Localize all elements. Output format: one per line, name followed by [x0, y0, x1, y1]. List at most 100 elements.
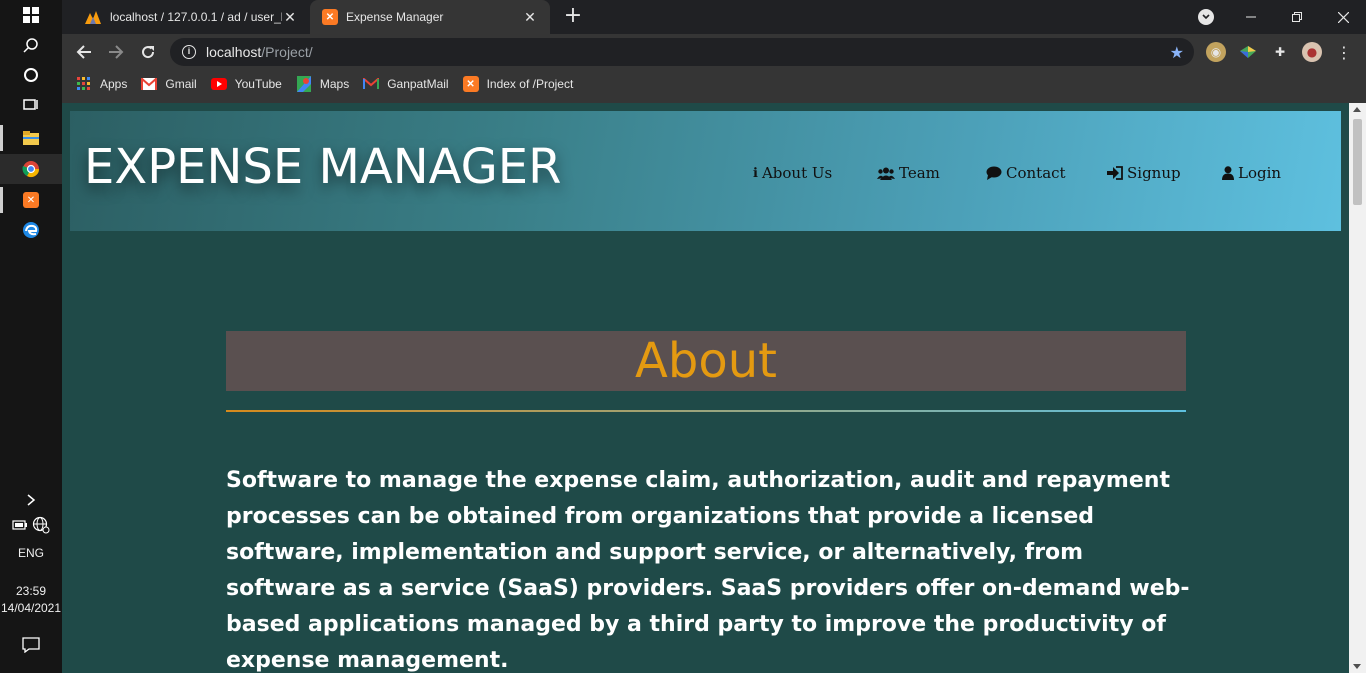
close-icon[interactable]: ✕ [522, 9, 538, 26]
extension-button[interactable]: ◉ [1206, 42, 1226, 62]
reload-icon [142, 46, 155, 59]
bookmark-label: Gmail [165, 77, 197, 91]
profile-avatar[interactable]: ● [1302, 42, 1322, 62]
bookmark-label: Apps [100, 77, 128, 91]
extension-button[interactable] [1238, 42, 1258, 62]
extension-gem-icon [1240, 46, 1256, 58]
restore-button[interactable] [1274, 0, 1320, 34]
xampp-icon: ✕ [322, 9, 338, 25]
nav-about-us[interactable]: ℹ About Us [753, 163, 832, 183]
about-heading: About [635, 333, 777, 389]
nav-label: Contact [1006, 164, 1066, 182]
users-icon [877, 167, 895, 180]
tray-status[interactable] [0, 510, 62, 540]
tab-strip: localhost / 127.0.0.1 / ad / user_l ✕ ✕ … [62, 0, 1366, 34]
address-bar[interactable]: i localhost/Project/ ★ [170, 38, 1194, 66]
bookmark-index-of-project[interactable]: ✕ Index of /Project [462, 76, 574, 92]
chevron-right-icon [27, 494, 36, 506]
tab-expense-manager[interactable]: ✕ Expense Manager ✕ [310, 0, 550, 34]
xampp-icon: ✕ [462, 76, 479, 92]
info-icon[interactable]: i [182, 45, 196, 59]
bookmark-label: Index of /Project [486, 77, 574, 91]
about-divider [226, 410, 1186, 412]
page-viewport: EXPENSE MANAGER ℹ About Us Team Contact S… [62, 103, 1349, 673]
cortana-circle-icon [24, 68, 38, 82]
bookmark-label: Maps [319, 77, 350, 91]
scrollbar-thumb[interactable] [1353, 119, 1362, 205]
search-button[interactable] [0, 30, 62, 60]
clock-date[interactable]: 14/04/2021 [0, 601, 62, 615]
minimize-icon [1246, 16, 1256, 18]
url-host: localhost [206, 44, 262, 60]
phpmyadmin-icon [84, 9, 102, 25]
chrome-menu-button[interactable]: ⋮ [1334, 42, 1354, 62]
scroll-up-arrow-icon[interactable] [1353, 107, 1361, 112]
comment-icon [986, 166, 1002, 180]
taskbar-xampp[interactable]: ✕ [0, 185, 62, 215]
battery-icon [12, 520, 27, 530]
chrome-icon [22, 161, 40, 178]
bookmark-youtube[interactable]: YouTube [210, 76, 282, 92]
taskbar-chrome[interactable] [0, 154, 62, 184]
extension-owl-icon: ◉ [1210, 45, 1222, 59]
restore-icon [1292, 12, 1302, 22]
xampp-icon: ✕ [23, 192, 39, 208]
tab-title: localhost / 127.0.0.1 / ad / user_l [110, 10, 282, 24]
bookmark-gmail[interactable]: Gmail [141, 76, 197, 92]
arrow-left-icon [76, 45, 91, 59]
clock-time[interactable]: 23:59 [0, 584, 62, 598]
tab-title: Expense Manager [346, 10, 444, 24]
info-icon: ℹ [753, 165, 758, 181]
site-brand[interactable]: EXPENSE MANAGER [84, 139, 561, 195]
language-indicator[interactable]: ENG [0, 546, 62, 560]
extensions-menu-button[interactable]: ✚ [1270, 42, 1290, 62]
windows-taskbar: ✕ ENG 23:59 14/04/2021 [0, 0, 62, 673]
nav-label: Login [1238, 164, 1282, 182]
cortana-button[interactable] [0, 60, 62, 90]
bookmark-star-icon[interactable]: ★ [1170, 43, 1184, 63]
more-vertical-icon: ⋮ [1336, 42, 1352, 62]
about-heading-box: About [226, 331, 1186, 391]
gmail-icon [363, 76, 380, 92]
bookmark-label: YouTube [234, 77, 282, 91]
puzzle-icon: ✚ [1274, 45, 1286, 59]
nav-contact[interactable]: Contact [986, 163, 1066, 183]
minimize-button[interactable] [1228, 0, 1274, 34]
nav-signup[interactable]: Signup [1107, 163, 1181, 183]
bookmarks-bar: Apps Gmail YouTube Maps GanpatMail ✕ Ind… [62, 70, 1366, 98]
taskbar-edge[interactable] [0, 215, 62, 245]
page-scrollbar[interactable] [1349, 103, 1366, 673]
new-tab-button[interactable]: + [560, 4, 586, 30]
nav-label: Team [899, 164, 940, 182]
nav-team[interactable]: Team [877, 163, 940, 183]
bookmark-ganpatmail[interactable]: GanpatMail [363, 76, 449, 92]
bookmark-maps[interactable]: Maps [296, 76, 349, 92]
tab-phpmyadmin[interactable]: localhost / 127.0.0.1 / ad / user_l ✕ [72, 0, 310, 34]
browser-toolbar: i localhost/Project/ ★ ◉ ✚ ● ⋮ [62, 34, 1366, 70]
close-icon [1337, 11, 1349, 23]
task-view-button[interactable] [0, 90, 62, 120]
bookmark-label: GanpatMail [387, 77, 449, 91]
close-icon[interactable]: ✕ [282, 9, 298, 26]
forward-button[interactable] [103, 39, 129, 65]
tab-search-button[interactable] [1198, 9, 1214, 25]
nav-label: Signup [1127, 164, 1181, 182]
browser-chrome: localhost / 127.0.0.1 / ad / user_l ✕ ✕ … [62, 0, 1366, 103]
bookmark-apps[interactable]: Apps [76, 76, 127, 92]
action-center-button[interactable] [0, 630, 62, 660]
task-view-icon [23, 99, 38, 110]
back-button[interactable] [71, 39, 97, 65]
avatar-icon: ● [1306, 45, 1318, 59]
nav-login[interactable]: Login [1222, 163, 1281, 183]
reload-button[interactable] [135, 39, 161, 65]
user-icon [1222, 166, 1234, 180]
notification-icon [22, 637, 40, 653]
gmail-icon [141, 76, 158, 92]
about-paragraph: Software to manage the expense claim, au… [226, 468, 1190, 673]
scroll-down-arrow-icon[interactable] [1353, 664, 1361, 669]
start-button[interactable] [0, 0, 62, 30]
taskbar-file-explorer[interactable] [0, 123, 62, 153]
apps-grid-icon [76, 76, 92, 92]
window-close-button[interactable] [1320, 0, 1366, 34]
url-path: /Project/ [261, 44, 313, 60]
